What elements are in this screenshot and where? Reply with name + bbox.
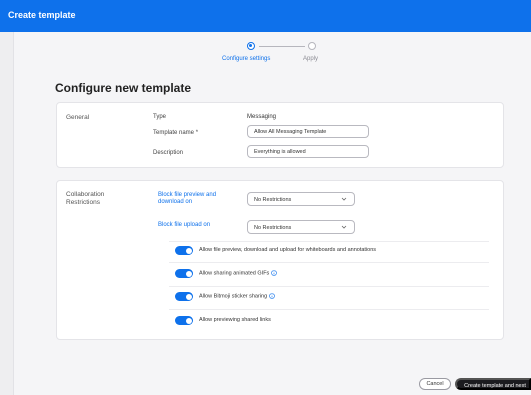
toggle-label: Allow sharing animated GIFs xyxy=(199,270,270,277)
collaboration-section-label: Collaboration Restrictions xyxy=(66,191,105,206)
divider xyxy=(169,241,489,242)
title-bar: Create template xyxy=(0,0,531,32)
toggle-switch[interactable] xyxy=(175,292,193,301)
general-section-label: General xyxy=(66,114,90,121)
toggle-text-wrap: Allow Bitmoji sticker sharing xyxy=(199,293,275,299)
block-preview-label[interactable]: Block file preview and download on xyxy=(158,192,230,206)
toggle-label: Allow previewing shared links xyxy=(199,317,271,323)
step-connector xyxy=(259,46,305,47)
step-configure-label: Configure settings xyxy=(222,56,271,62)
step-apply-dot xyxy=(308,42,316,50)
template-name-label: Template name * xyxy=(153,130,199,136)
info-icon[interactable] xyxy=(269,293,275,299)
block-upload-value: No Restrictions xyxy=(254,225,292,231)
block-preview-value: No Restrictions xyxy=(254,197,292,203)
description-label: Description xyxy=(153,150,184,156)
stepper: Configure settings Apply xyxy=(15,32,531,72)
create-template-next-button[interactable]: Create template and next xyxy=(455,378,531,390)
collaboration-card: Collaboration Restrictions Block file pr… xyxy=(56,180,504,340)
description-input[interactable] xyxy=(247,145,369,158)
divider xyxy=(169,309,489,310)
toggle-row-shared-links: Allow previewing shared links xyxy=(175,315,415,327)
toggle-label: Allow file preview, download and upload … xyxy=(199,247,377,253)
divider xyxy=(169,262,489,263)
left-gutter xyxy=(0,32,14,395)
page-title: Configure new template xyxy=(55,81,192,95)
info-icon[interactable] xyxy=(271,270,278,276)
template-name-input[interactable] xyxy=(247,125,369,138)
toggle-row-bitmoji: Allow Bitmoji sticker sharing xyxy=(175,291,415,303)
toggle-switch[interactable] xyxy=(175,316,193,325)
toggle-switch[interactable] xyxy=(175,246,193,255)
type-value: Messaging xyxy=(247,114,277,120)
toggle-label: Allow Bitmoji sticker sharing xyxy=(199,293,268,300)
divider xyxy=(169,286,489,287)
block-upload-label[interactable]: Block file upload on xyxy=(158,222,210,229)
toggle-row-gifs: Allow sharing animated GIFs xyxy=(175,268,415,280)
block-preview-select[interactable]: No Restrictions xyxy=(247,192,355,206)
toggle-switch[interactable] xyxy=(175,269,193,278)
general-card: General Type Messaging Template name * D… xyxy=(56,102,504,168)
window-title: Create template xyxy=(8,10,76,20)
type-label: Type xyxy=(153,114,167,120)
chevron-down-icon xyxy=(341,225,347,229)
cancel-button[interactable]: Cancel xyxy=(419,378,451,390)
chevron-down-icon xyxy=(341,197,347,201)
toggle-text-wrap: Allow sharing animated GIFs xyxy=(199,270,278,277)
step-configure-dot xyxy=(247,42,255,50)
step-apply-label: Apply xyxy=(303,56,319,62)
toggle-row-whiteboards: Allow file preview, download and upload … xyxy=(175,245,485,257)
block-upload-select[interactable]: No Restrictions xyxy=(247,220,355,234)
